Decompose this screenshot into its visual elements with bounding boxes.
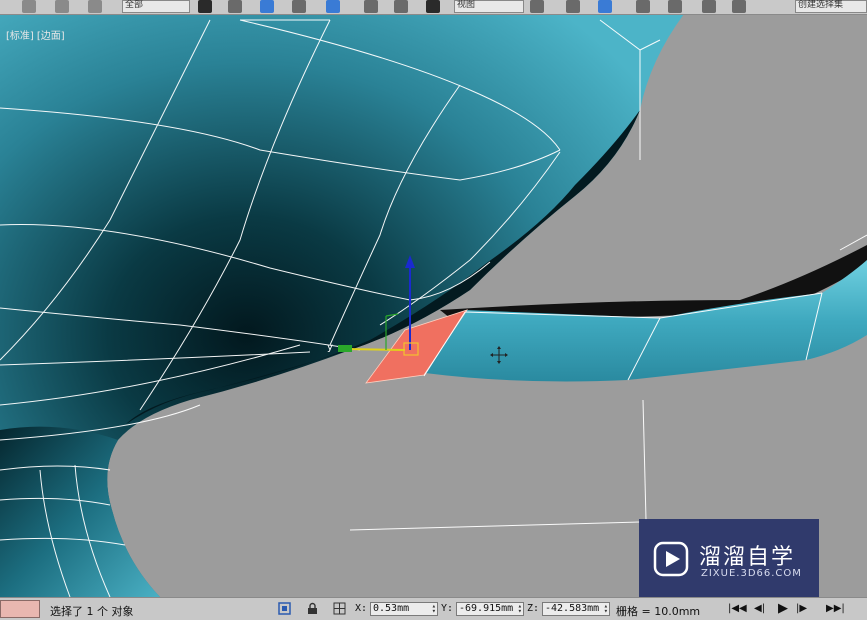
x-coord-spinner-icon[interactable]: ▴ ▾	[432, 603, 436, 615]
link-icon[interactable]	[22, 0, 36, 13]
status-bar: 选择了 1 个 对象 X: 0.53mm ▴ ▾ Y: -69.915mm ▴ ▾ …	[0, 597, 867, 620]
go-to-end-icon[interactable]: ▶▶|	[826, 602, 845, 616]
svg-text:y: y	[327, 342, 333, 353]
previous-frame-icon[interactable]: ◀|	[754, 602, 765, 616]
angle-snap-icon[interactable]	[668, 0, 682, 13]
snap-toggle-icon[interactable]	[636, 0, 650, 13]
x-coord-field[interactable]: 0.53mm ▴ ▾	[370, 602, 438, 616]
watermark-subtitle: ZIXUE.3D66.COM	[701, 568, 802, 579]
grid-spacing: 栅格 = 10.0mm	[616, 605, 701, 618]
bind-spacewarp-icon[interactable]	[88, 0, 102, 13]
rectangular-selection-icon[interactable]	[260, 0, 274, 13]
selection-lock-icon[interactable]	[306, 602, 319, 615]
rotate-tool-icon[interactable]	[364, 0, 378, 13]
status-message: 选择了 1 个 对象	[50, 605, 134, 618]
play-icon[interactable]: ▶	[778, 602, 788, 616]
window-crossing-icon[interactable]	[292, 0, 306, 13]
select-object-icon[interactable]	[198, 0, 212, 13]
z-coord-value: -42.583mm	[545, 603, 600, 614]
move-cursor-icon	[490, 346, 508, 364]
viewport-view-label[interactable]: [标准]	[6, 31, 34, 42]
z-coord-spinner-icon[interactable]: ▴ ▾	[604, 603, 608, 615]
y-coord-label: Y:	[441, 603, 454, 614]
select-manipulate-icon[interactable]	[566, 0, 580, 13]
move-tool-icon[interactable]	[326, 0, 340, 13]
reference-coordinate-dropdown[interactable]: 视图	[454, 0, 524, 13]
absolute-mode-transform-icon[interactable]	[333, 602, 346, 615]
y-coord-value: -69.915mm	[459, 603, 514, 614]
main-toolbar: 全部 视图 创建选择集	[0, 0, 867, 15]
selection-filter-dropdown[interactable]: 全部	[122, 0, 190, 13]
y-coord-spinner-icon[interactable]: ▴ ▾	[518, 603, 522, 615]
watermark-title: 溜溜自学	[699, 545, 796, 570]
keyboard-shortcut-override-icon[interactable]	[598, 0, 612, 13]
named-selection-set-field[interactable]: 创建选择集	[795, 0, 867, 13]
watermark-logo-icon	[653, 541, 689, 577]
spinner-snap-icon[interactable]	[732, 0, 746, 13]
placement-icon[interactable]	[426, 0, 440, 13]
go-to-start-icon[interactable]: |◀◀	[728, 602, 747, 616]
unlink-icon[interactable]	[55, 0, 69, 13]
watermark: 溜溜自学 ZIXUE.3D66.COM	[639, 519, 819, 599]
x-coord-value: 0.53mm	[373, 603, 410, 614]
x-coord-label: X:	[355, 603, 368, 614]
percent-snap-icon[interactable]	[702, 0, 716, 13]
maxscript-listener-swatch[interactable]	[0, 600, 40, 618]
pivot-center-icon[interactable]	[530, 0, 544, 13]
next-frame-icon[interactable]: |▶	[796, 602, 807, 616]
viewport-label[interactable]: [标准] [边面]	[6, 27, 68, 42]
viewport-shading-label[interactable]: [边面]	[37, 31, 65, 42]
select-by-name-icon[interactable]	[228, 0, 242, 13]
scale-tool-icon[interactable]	[394, 0, 408, 13]
z-coord-field[interactable]: -42.583mm ▴ ▾	[542, 602, 610, 616]
z-coord-label: Z:	[527, 603, 540, 614]
y-coord-field[interactable]: -69.915mm ▴ ▾	[456, 602, 524, 616]
isolate-selection-icon[interactable]	[278, 602, 291, 615]
